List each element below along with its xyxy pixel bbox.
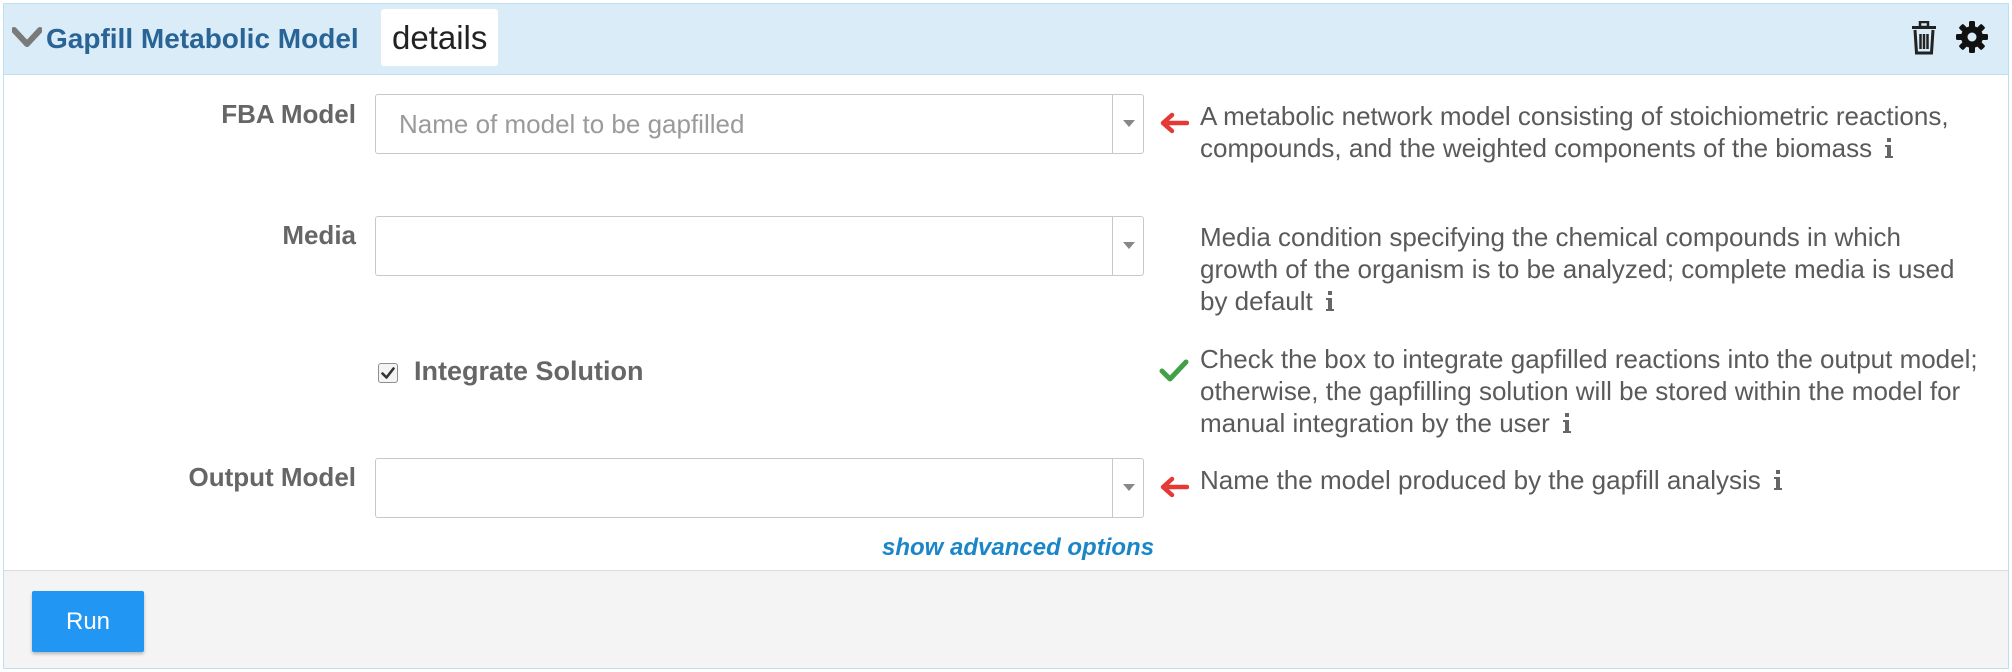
dropdown-arrow-icon[interactable] xyxy=(1123,242,1135,249)
trash-icon[interactable] xyxy=(1909,21,1939,55)
valid-check-icon xyxy=(1159,359,1189,382)
select-separator xyxy=(1112,95,1113,153)
output-model-select[interactable] xyxy=(375,458,1144,518)
required-arrow-icon xyxy=(1160,476,1189,498)
dropdown-arrow-icon[interactable] xyxy=(1123,484,1135,491)
info-icon[interactable] xyxy=(1882,136,1896,160)
info-icon[interactable] xyxy=(1560,411,1574,435)
fba-model-select[interactable]: Name of model to be gapfilled xyxy=(375,94,1144,154)
details-tab[interactable]: details xyxy=(381,9,499,66)
integrate-solution-description: Check the box to integrate gapfilled rea… xyxy=(1200,343,1980,439)
dropdown-arrow-icon[interactable] xyxy=(1123,120,1135,127)
required-arrow-icon xyxy=(1160,112,1189,134)
media-description-text: Media condition specifying the chemical … xyxy=(1200,222,1955,316)
integrate-solution-label[interactable]: Integrate Solution xyxy=(414,356,644,387)
output-model-description: Name the model produced by the gapfill a… xyxy=(1200,464,1980,496)
fba-model-placeholder: Name of model to be gapfilled xyxy=(399,109,745,139)
media-description: Media condition specifying the chemical … xyxy=(1200,221,1980,317)
fba-model-label: FBA Model xyxy=(221,99,356,129)
run-button[interactable]: Run xyxy=(32,591,144,652)
checkmark-icon xyxy=(381,367,395,379)
chevron-down-icon[interactable] xyxy=(12,26,42,50)
panel-title[interactable]: Gapfill Metabolic Model xyxy=(46,19,359,59)
show-advanced-options-link[interactable]: show advanced options xyxy=(882,534,1154,562)
media-label: Media xyxy=(282,220,356,250)
integrate-solution-checkbox[interactable] xyxy=(378,363,398,383)
fba-model-description: A metabolic network model consisting of … xyxy=(1200,100,1980,164)
gear-icon[interactable] xyxy=(1955,20,1989,54)
output-model-label: Output Model xyxy=(188,462,356,492)
info-icon[interactable] xyxy=(1771,468,1785,492)
info-icon[interactable] xyxy=(1323,289,1337,313)
select-separator xyxy=(1112,459,1113,517)
fba-model-description-text: A metabolic network model consisting of … xyxy=(1200,101,1949,163)
output-model-description-text: Name the model produced by the gapfill a… xyxy=(1200,465,1761,495)
select-separator xyxy=(1112,217,1113,275)
app-cell-panel: Gapfill Metabolic Model details FBA Mode… xyxy=(3,3,2009,669)
integrate-solution-description-text: Check the box to integrate gapfilled rea… xyxy=(1200,344,1978,438)
panel-header: Gapfill Metabolic Model details xyxy=(4,4,2008,75)
media-select[interactable] xyxy=(375,216,1144,276)
panel-footer: Run xyxy=(4,570,2008,668)
